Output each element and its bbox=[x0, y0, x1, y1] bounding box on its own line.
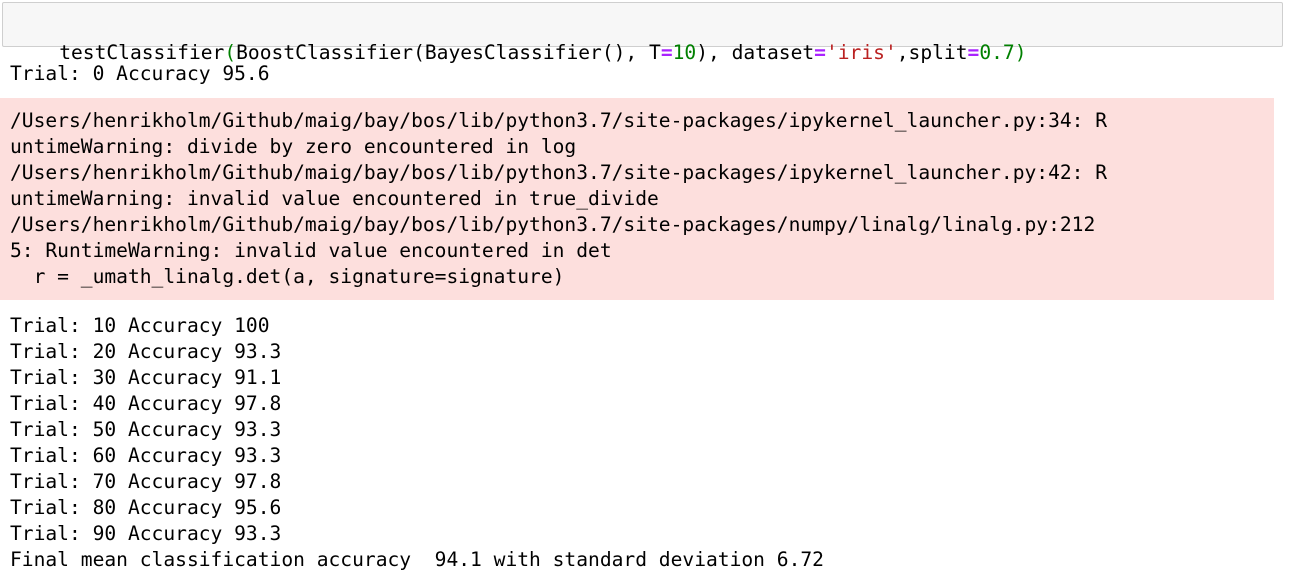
final-accuracy-line: Final mean classification accuracy 94.1 … bbox=[10, 548, 824, 571]
code-token-operator: = bbox=[660, 41, 673, 64]
stderr-line: /Users/henrikholm/Github/maig/bay/bos/li… bbox=[10, 109, 1108, 132]
code-token-args: ,split bbox=[896, 41, 968, 64]
output-stdout-first: Trial: 0 Accuracy 95.6 bbox=[10, 61, 270, 87]
trial-line: Trial: 40 Accuracy 97.8 bbox=[10, 392, 282, 415]
trial-line: Trial: 30 Accuracy 91.1 bbox=[10, 366, 282, 389]
code-token-args: ), dataset bbox=[696, 41, 815, 64]
stderr-line: untimeWarning: invalid value encountered… bbox=[10, 187, 659, 210]
trial-line: Trial: 60 Accuracy 93.3 bbox=[10, 444, 282, 467]
trial-line: Trial: 50 Accuracy 93.3 bbox=[10, 418, 282, 441]
output-line: Trial: 0 Accuracy 95.6 bbox=[10, 62, 270, 85]
code-token-operator: = bbox=[967, 41, 980, 64]
code-input-cell[interactable]: testClassifier(BoostClassifier(BayesClas… bbox=[2, 2, 1283, 64]
code-token-operator: = bbox=[814, 41, 826, 64]
trial-line: Trial: 80 Accuracy 95.6 bbox=[10, 496, 282, 519]
code-token-number: 10 bbox=[672, 41, 697, 64]
code-token-string: 'iris' bbox=[825, 41, 897, 64]
output-stdout-trials: Trial: 10 Accuracy 100 Trial: 20 Accurac… bbox=[10, 313, 824, 573]
trial-line: Trial: 10 Accuracy 100 bbox=[10, 314, 270, 337]
stderr-line: r = _umath_linalg.det(a, signature=signa… bbox=[10, 265, 565, 288]
trial-line: Trial: 20 Accuracy 93.3 bbox=[10, 340, 282, 363]
trial-line: Trial: 90 Accuracy 93.3 bbox=[10, 522, 282, 545]
code-token-call: BoostClassifier(BayesClassifier(), T bbox=[236, 41, 661, 64]
stderr-warning-block: /Users/henrikholm/Github/maig/bay/bos/li… bbox=[0, 98, 1274, 300]
stderr-line: untimeWarning: divide by zero encountere… bbox=[10, 135, 577, 158]
stderr-line: /Users/henrikholm/Github/maig/bay/bos/li… bbox=[10, 213, 1096, 236]
code-token-number: 0.7 bbox=[979, 41, 1015, 64]
trial-line: Trial: 70 Accuracy 97.8 bbox=[10, 470, 282, 493]
stderr-line: /Users/henrikholm/Github/maig/bay/bos/li… bbox=[10, 161, 1108, 184]
stderr-line: 5: RuntimeWarning: invalid value encount… bbox=[10, 239, 612, 262]
stderr-lines: /Users/henrikholm/Github/maig/bay/bos/li… bbox=[10, 108, 1107, 290]
code-token-paren-close: ) bbox=[1014, 41, 1027, 64]
